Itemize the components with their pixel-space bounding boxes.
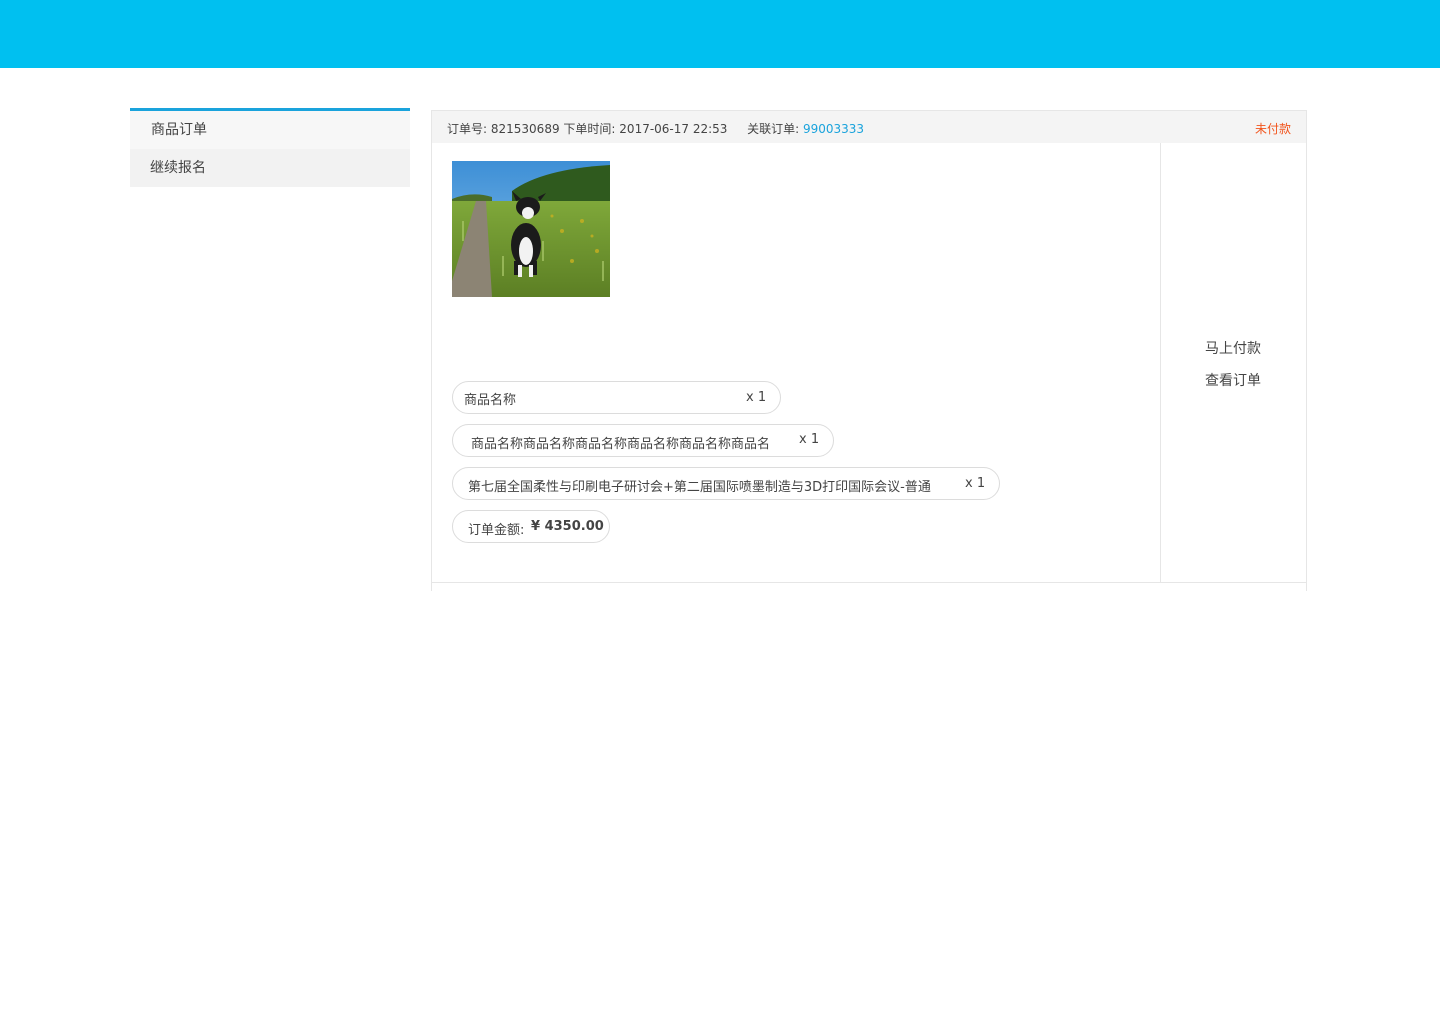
order-item-pill: 商品名称 x 1 — [452, 381, 781, 414]
order-card: 订单号: 821530689 下单时间: 2017-06-17 22:53 关联… — [431, 110, 1307, 583]
order-number-label: 订单号: — [447, 122, 488, 136]
related-order-link[interactable]: 99003333 — [803, 122, 864, 136]
order-time-label: 下单时间: — [563, 122, 616, 136]
related-order-label: 关联订单: — [747, 122, 800, 136]
order-item-pill: 商品名称商品名称商品名称商品名称商品名称商品名 x 1 — [452, 424, 834, 457]
order-item-qty: x 1 — [965, 476, 986, 491]
product-thumbnail[interactable] — [452, 161, 610, 297]
order-item-qty: x 1 — [746, 390, 767, 405]
view-order-button[interactable]: 查看订单 — [1205, 370, 1261, 390]
order-actions: 马上付款 查看订单 — [1161, 143, 1306, 582]
order-header: 订单号: 821530689 下单时间: 2017-06-17 22:53 关联… — [432, 111, 1306, 143]
order-item-name: 第七届全国柔性与印刷电子研讨会+第二届国际喷墨制造与3D打印国际会议-普通 — [468, 480, 931, 495]
card-edge — [1306, 583, 1307, 591]
order-status-badge: 未付款 — [1254, 122, 1291, 136]
sidebar-item-continue-registration[interactable]: 继续报名 — [130, 149, 410, 187]
order-total-amount: ¥ 4350.00 — [531, 519, 604, 534]
order-item-qty: x 1 — [799, 432, 820, 447]
order-number: 821530689 — [490, 122, 560, 136]
order-item-name: 商品名称商品名称商品名称商品名称商品名称商品名 — [471, 437, 771, 452]
sidebar-item-product-orders[interactable]: 商品订单 — [130, 111, 410, 149]
card-edge — [431, 583, 432, 591]
order-time: 2017-06-17 22:53 — [619, 122, 728, 136]
top-header-bar — [0, 0, 1440, 68]
sidebar: 商品订单 继续报名 — [130, 108, 410, 187]
order-total-pill: 订单金额: ¥ 4350.00 — [452, 510, 610, 543]
order-total-label: 订单金额: — [468, 523, 525, 538]
pay-now-button[interactable]: 马上付款 — [1205, 338, 1261, 358]
order-item-name: 商品名称 — [464, 393, 517, 408]
order-item-pill: 第七届全国柔性与印刷电子研讨会+第二届国际喷墨制造与3D打印国际会议-普通 x … — [452, 467, 1000, 500]
